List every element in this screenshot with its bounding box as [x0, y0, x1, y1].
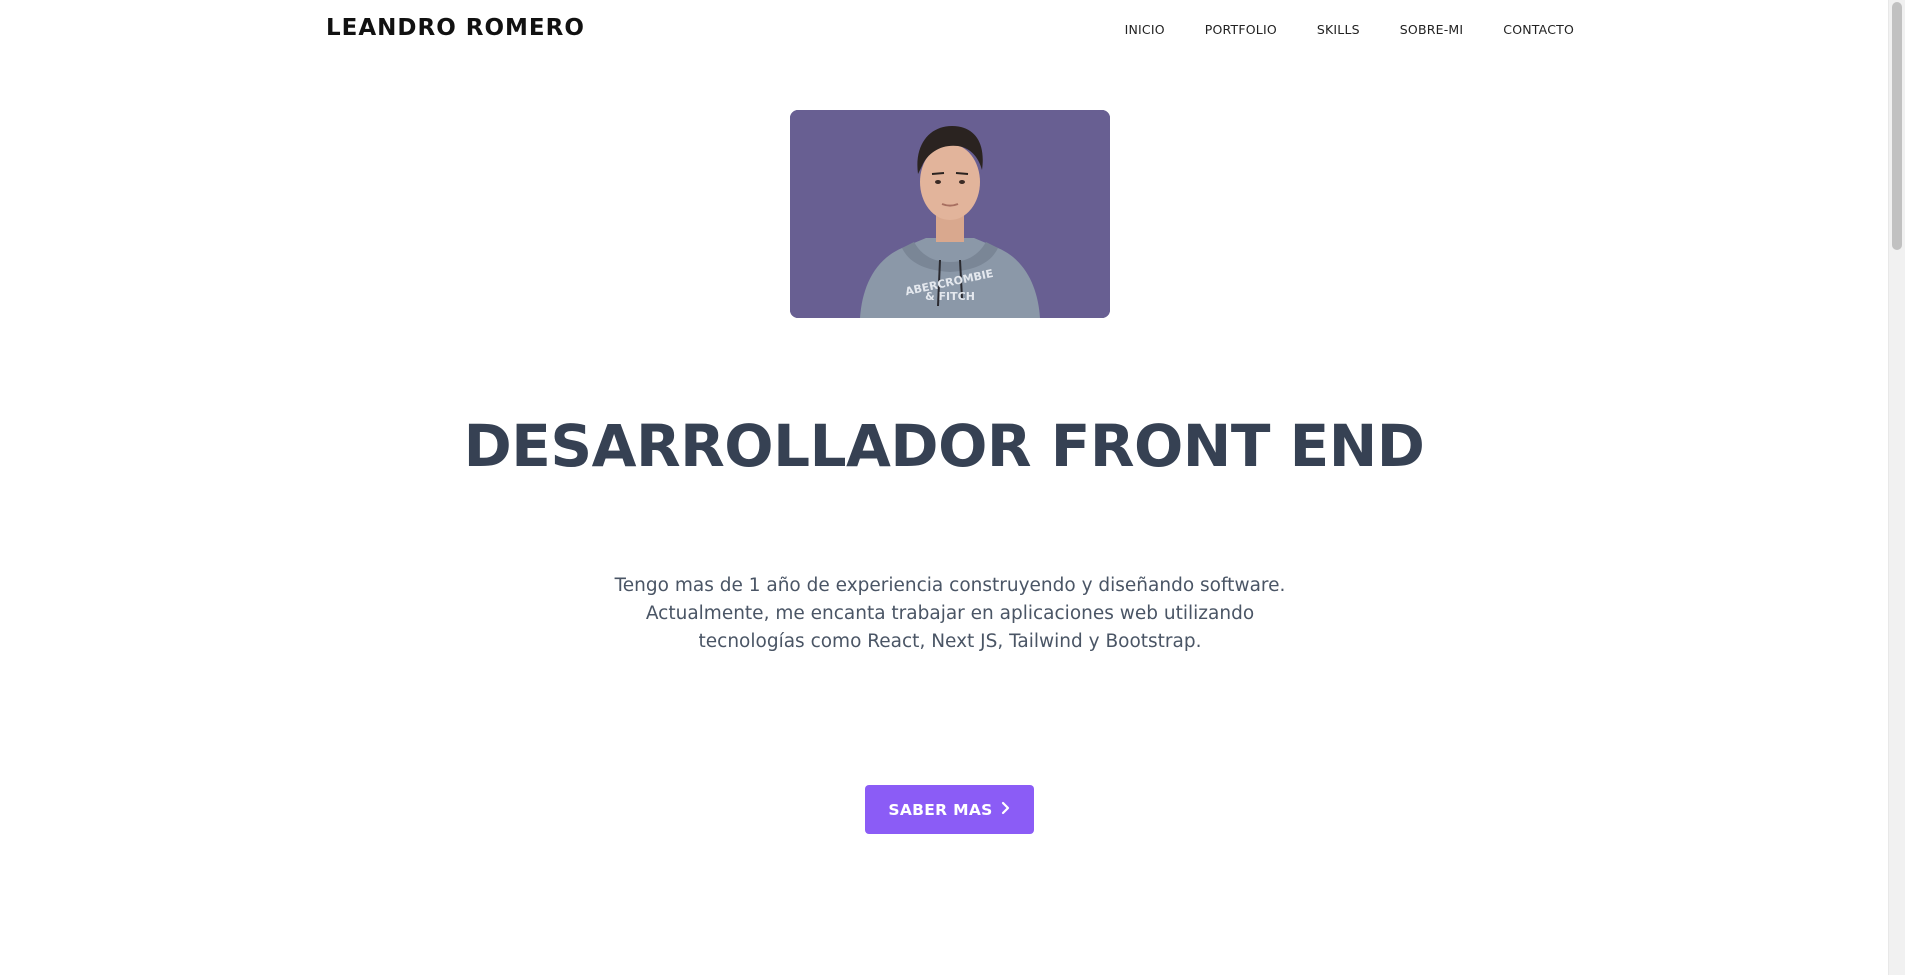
saber-mas-button[interactable]: SABER MAS — [865, 785, 1034, 834]
nav-item-contacto[interactable]: CONTACTO — [1503, 22, 1574, 37]
scrollbar-thumb[interactable] — [1892, 2, 1902, 250]
svg-text:& FITCH: & FITCH — [925, 290, 975, 303]
hero-description-line: Actualmente, me encanta trabajar en apli… — [645, 603, 1255, 624]
hero-description: Tengo mas de 1 año de experiencia constr… — [594, 572, 1306, 656]
profile-photo: ABERCROMBIE & FITCH — [790, 110, 1110, 318]
brand-logo[interactable]: LEANDRO ROMERO — [326, 15, 585, 41]
main-nav: INICIO PORTFOLIO SKILLS SOBRE-MI CONTACT… — [1125, 22, 1574, 37]
nav-item-skills[interactable]: SKILLS — [1317, 22, 1360, 37]
chevron-right-icon — [1001, 801, 1011, 819]
nav-item-portfolio[interactable]: PORTFOLIO — [1205, 22, 1277, 37]
page: LEANDRO ROMERO INICIO PORTFOLIO SKILLS S… — [0, 0, 1905, 975]
hero-title: DESARROLLADOR FRONT END — [463, 412, 1425, 480]
page-scrollbar[interactable] — [1888, 0, 1905, 975]
hero-description-line: tecnologías como React, Next JS, Tailwin… — [698, 631, 1202, 652]
nav-item-sobre-mi[interactable]: SOBRE-MI — [1400, 22, 1464, 37]
profile-photo-illustration: ABERCROMBIE & FITCH — [790, 110, 1110, 318]
hero-description-line: Tengo mas de 1 año de experiencia constr… — [614, 575, 1286, 596]
nav-item-inicio[interactable]: INICIO — [1125, 22, 1165, 37]
saber-mas-label: SABER MAS — [888, 800, 993, 819]
site-header: LEANDRO ROMERO INICIO PORTFOLIO SKILLS S… — [0, 0, 1888, 62]
